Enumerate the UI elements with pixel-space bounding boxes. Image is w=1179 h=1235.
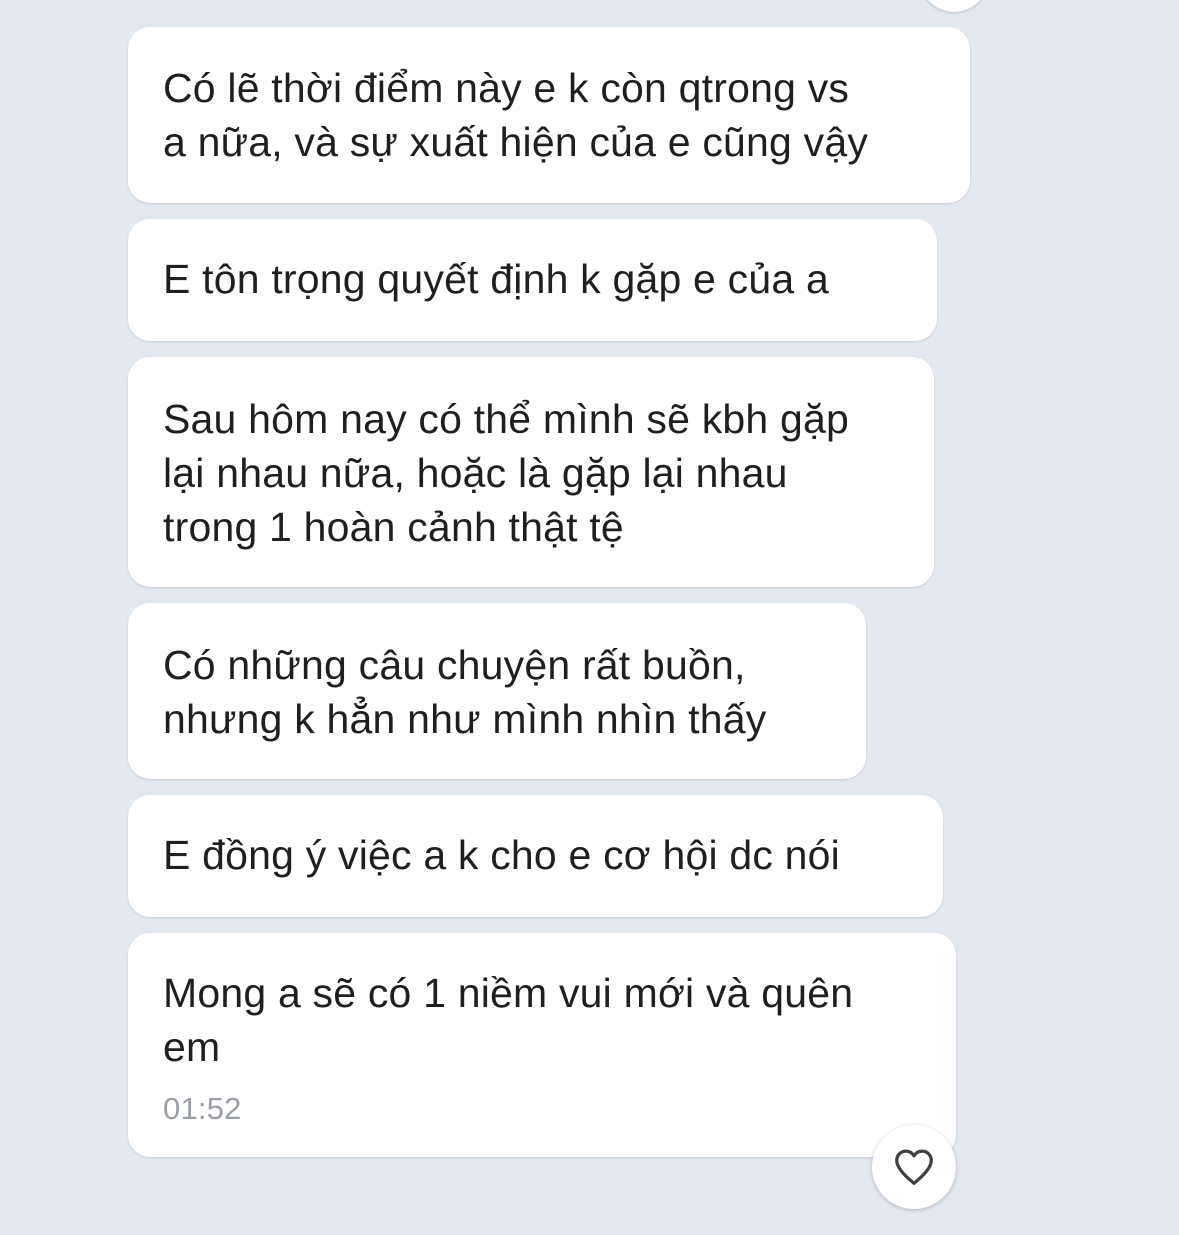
heart-outline-icon [895, 1149, 933, 1185]
message-text: E tôn trọng quyết định k gặp e của a [163, 256, 829, 302]
message-bubble[interactable]: Mong a sẽ có 1 niềm vui mới và quên em 01… [128, 933, 956, 1157]
message-bubble[interactable]: E tôn trọng quyết định k gặp e của a [128, 219, 937, 341]
react-heart-button[interactable] [872, 1125, 956, 1209]
message-text: Có lẽ thời điểm này e k còn qtrong vs a … [163, 65, 869, 165]
message-text: Mong a sẽ có 1 niềm vui mới và quên em [163, 970, 854, 1070]
message-bubble[interactable]: Sau hôm nay có thể mình sẽ kbh gặp lại n… [128, 357, 934, 587]
message-bubble[interactable]: Có những câu chuyện rất buồn, nhưng k hẳ… [128, 603, 866, 779]
message-bubble[interactable]: Có lẽ thời điểm này e k còn qtrong vs a … [128, 27, 970, 203]
message-text: E đồng ý việc a k cho e cơ hội dc nói [163, 832, 840, 878]
message-bubble[interactable]: E đồng ý việc a k cho e cơ hội dc nói [128, 795, 943, 917]
message-text: Sau hôm nay có thể mình sẽ kbh gặp lại n… [163, 396, 850, 550]
message-text: Có những câu chuyện rất buồn, nhưng k hẳ… [163, 642, 767, 742]
partial-action-button[interactable] [916, 0, 992, 12]
message-timestamp: 01:52 [163, 1091, 242, 1126]
